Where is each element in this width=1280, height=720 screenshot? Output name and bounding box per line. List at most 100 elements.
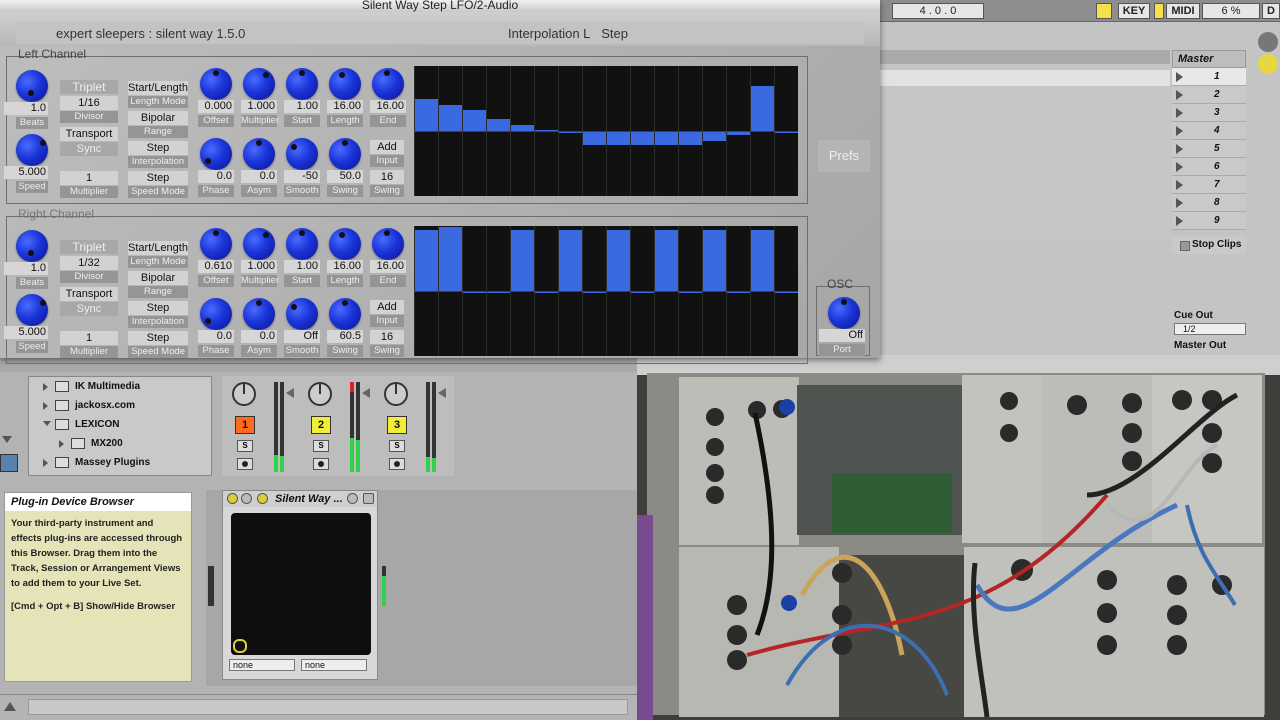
- master-track-header[interactable]: Master: [1172, 50, 1246, 68]
- scene-launch[interactable]: 5: [1172, 140, 1246, 158]
- asym-knob[interactable]: [243, 138, 275, 170]
- track-activator[interactable]: 3: [387, 416, 407, 434]
- scene-launch[interactable]: 6: [1172, 158, 1246, 176]
- browser-item[interactable]: IK Multimedia: [29, 377, 211, 396]
- speed-mode-value[interactable]: Step: [128, 331, 188, 345]
- transport-toggle[interactable]: Transport: [60, 127, 118, 141]
- length-knob[interactable]: [329, 228, 361, 260]
- volume-slider-icon[interactable]: [438, 388, 446, 398]
- device-scroll-left[interactable]: [208, 566, 214, 606]
- midi-map-button[interactable]: MIDI: [1166, 3, 1200, 19]
- chevron-right-icon[interactable]: [43, 459, 48, 467]
- transport-position[interactable]: 4 . 0 . 0: [892, 3, 984, 19]
- start-knob[interactable]: [286, 68, 318, 100]
- end-knob[interactable]: [372, 228, 404, 260]
- smooth-knob[interactable]: [286, 138, 318, 170]
- scene-launch[interactable]: 1: [1172, 68, 1246, 86]
- collapse-icon[interactable]: [2, 436, 12, 443]
- device-output-select[interactable]: none: [301, 659, 367, 671]
- chevron-right-icon[interactable]: [59, 440, 64, 448]
- scene-launch[interactable]: 4: [1172, 122, 1246, 140]
- plugin-browser-icon[interactable]: [0, 454, 18, 472]
- triplet-toggle[interactable]: Triplet: [60, 80, 118, 94]
- multiplier-knob[interactable]: [243, 228, 275, 260]
- scene-launch[interactable]: 8: [1172, 194, 1246, 212]
- input-mode-value[interactable]: Add: [370, 140, 404, 154]
- range-value[interactable]: Bipolar: [128, 111, 188, 125]
- beats-knob[interactable]: [16, 230, 48, 262]
- speed-knob[interactable]: [16, 294, 48, 326]
- key-map-indicator[interactable]: [1096, 3, 1112, 19]
- browser-item[interactable]: jackosx.com: [29, 396, 211, 415]
- interpolation-value[interactable]: Step: [128, 301, 188, 315]
- arm-button[interactable]: [237, 458, 253, 470]
- sync-toggle[interactable]: Sync: [60, 142, 118, 156]
- length-mode-value[interactable]: Start/Length: [128, 81, 188, 95]
- phase-knob[interactable]: [200, 298, 232, 330]
- arm-button[interactable]: [389, 458, 405, 470]
- scene-launch[interactable]: 3: [1172, 104, 1246, 122]
- device-activator-icon[interactable]: [227, 493, 238, 504]
- swing-knob[interactable]: [329, 298, 361, 330]
- length-mode-value[interactable]: Start/Length: [128, 241, 188, 255]
- sync-toggle[interactable]: Sync: [60, 302, 118, 316]
- device-fold-icon[interactable]: [241, 493, 252, 504]
- key-map-button[interactable]: KEY: [1118, 3, 1150, 19]
- multiplier-value[interactable]: 1: [60, 331, 118, 345]
- device-menu-icon[interactable]: [363, 493, 374, 504]
- phase-knob[interactable]: [200, 138, 232, 170]
- arrangement-view-icon[interactable]: [1258, 32, 1278, 52]
- divisor-value[interactable]: 1/16: [60, 96, 118, 110]
- step-sequencer-grid[interactable]: [414, 66, 798, 196]
- window-title[interactable]: Silent Way Step LFO/2-Audio: [0, 0, 880, 12]
- browser-item[interactable]: LEXICON: [29, 415, 211, 434]
- multiplier-value[interactable]: 1: [60, 171, 118, 185]
- step-sequencer-grid[interactable]: [414, 226, 798, 356]
- offset-knob[interactable]: [200, 68, 232, 100]
- transport-toggle[interactable]: Transport: [60, 287, 118, 301]
- chevron-right-icon[interactable]: [43, 383, 48, 391]
- pan-knob[interactable]: [308, 382, 332, 406]
- pan-knob[interactable]: [232, 382, 256, 406]
- offset-knob[interactable]: [200, 228, 232, 260]
- device-display[interactable]: [231, 513, 371, 655]
- expand-icon[interactable]: [4, 702, 16, 711]
- browser-item[interactable]: MX200: [29, 434, 211, 453]
- range-value[interactable]: Bipolar: [128, 271, 188, 285]
- divisor-value[interactable]: 1/32: [60, 256, 118, 270]
- end-knob[interactable]: [372, 68, 404, 100]
- solo-button[interactable]: S: [237, 440, 253, 452]
- solo-button[interactable]: S: [313, 440, 329, 452]
- solo-button[interactable]: S: [389, 440, 405, 452]
- session-view-icon[interactable]: [1258, 54, 1278, 74]
- track-activator[interactable]: 2: [311, 416, 331, 434]
- volume-slider-icon[interactable]: [362, 388, 370, 398]
- pan-knob[interactable]: [384, 382, 408, 406]
- smooth-knob[interactable]: [286, 298, 318, 330]
- interpolation-value[interactable]: Step: [128, 141, 188, 155]
- track-activator[interactable]: 1: [235, 416, 255, 434]
- speed-knob[interactable]: [16, 134, 48, 166]
- chevron-down-icon[interactable]: [43, 421, 51, 426]
- cue-out-select[interactable]: 1/2: [1174, 323, 1246, 335]
- swing-knob[interactable]: [329, 138, 361, 170]
- device-title-bar[interactable]: Silent Way ...: [223, 491, 377, 507]
- device-input-select[interactable]: none: [229, 659, 295, 671]
- length-knob[interactable]: [329, 68, 361, 100]
- arm-button[interactable]: [313, 458, 329, 470]
- beats-knob[interactable]: [16, 70, 48, 102]
- midi-map-indicator[interactable]: [1154, 3, 1164, 19]
- start-knob[interactable]: [286, 228, 318, 260]
- wrench-icon[interactable]: [257, 493, 268, 504]
- scene-launch[interactable]: 9: [1172, 212, 1246, 230]
- chevron-right-icon[interactable]: [43, 402, 48, 410]
- asym-knob[interactable]: [243, 298, 275, 330]
- swing-steps-value[interactable]: 16: [370, 170, 404, 184]
- volume-slider-icon[interactable]: [286, 388, 294, 398]
- browser-item[interactable]: Massey Plugins: [29, 453, 211, 472]
- triplet-toggle[interactable]: Triplet: [60, 240, 118, 254]
- interpolation-mode[interactable]: Interpolation L Step: [508, 26, 628, 41]
- input-mode-value[interactable]: Add: [370, 300, 404, 314]
- swing-steps-value[interactable]: 16: [370, 330, 404, 344]
- stop-clips-button[interactable]: Stop Clips: [1172, 236, 1246, 254]
